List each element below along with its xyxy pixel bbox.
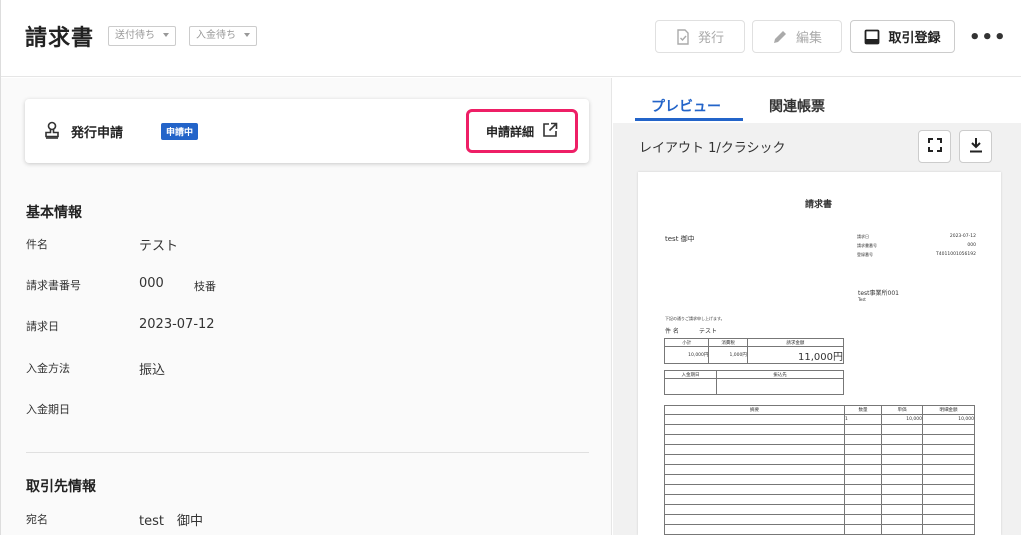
register-button-label: 取引登録 xyxy=(888,31,941,46)
invoice-date-label: 請求日 xyxy=(26,320,59,333)
invoice-date-value: 2023-07-12 xyxy=(139,317,215,332)
doc-meta-value: T4011001056192 xyxy=(936,252,976,257)
doc-sum-value: 10,000円 xyxy=(663,346,710,364)
payment-due-label: 入金期日 xyxy=(26,403,70,416)
approval-label: 発行申請 xyxy=(71,126,124,141)
partner-info-heading: 取引先情報 xyxy=(26,479,96,495)
payment-status-dropdown[interactable]: 入金待ち xyxy=(189,26,257,46)
more-options-icon[interactable]: ••• xyxy=(969,27,1007,48)
doc-items-table: 摘要 数量 単価 明細金額 1 10,000 10,000 xyxy=(664,405,975,535)
edit-button[interactable]: 編集 xyxy=(752,20,842,53)
doc-title: 請求書 xyxy=(805,200,833,210)
doc-note: 下記の通りご請求申し上げます。 xyxy=(665,316,725,321)
payment-method-label: 入金方法 xyxy=(26,362,70,375)
doc-sum-header: 消費税 xyxy=(708,338,748,347)
doc-company-sub: Test xyxy=(858,297,866,302)
subject-label: 件名 xyxy=(26,238,48,251)
page-title: 請求書 xyxy=(25,26,95,51)
preview-panel: プレビュー 関連帳票 レイアウト 1/クラシック 請求書 test 御中 請求日… xyxy=(613,78,1021,535)
download-button[interactable] xyxy=(959,130,992,163)
document-check-icon xyxy=(676,28,690,45)
doc-sum-value: 1,000円 xyxy=(708,346,748,364)
invoice-screen: 請求書 送付待ち 入金待ち 発行 編集 取引登録 ••• 発行申請 申請中 申請… xyxy=(0,0,1021,535)
header-bar: 請求書 送付待ち 入金待ち 発行 編集 取引登録 ••• xyxy=(1,0,1021,77)
doc-recipient: test 御中 xyxy=(665,235,695,243)
doc-item-header: 数量 xyxy=(844,405,882,415)
tab-related-forms[interactable]: 関連帳票 xyxy=(769,96,825,116)
doc-item-header: 摘要 xyxy=(664,405,845,415)
doc-meta-values: 2023-07-12 000 T4011001056192 xyxy=(928,232,976,259)
approval-status-badge: 申請中 xyxy=(161,123,199,140)
issue-button[interactable]: 発行 xyxy=(655,20,745,53)
tab-preview[interactable]: プレビュー xyxy=(651,96,721,116)
active-tab-indicator xyxy=(635,118,743,121)
doc-item-cell: 10,000 xyxy=(881,414,923,425)
section-divider xyxy=(26,452,589,453)
subject-value: テスト xyxy=(139,239,179,254)
basic-info-heading: 基本情報 xyxy=(26,205,82,221)
send-status-label: 送付待ち xyxy=(115,30,155,41)
doc-pay-header: 振込先 xyxy=(716,370,844,379)
pencil-icon xyxy=(772,29,788,45)
invoice-number-label: 請求書番号 xyxy=(26,279,81,292)
send-status-dropdown[interactable]: 送付待ち xyxy=(108,26,176,46)
detail-panel: 発行申請 申請中 申請詳細 基本情報 件名 テスト 請求書番号 000 枝番 請… xyxy=(1,78,612,535)
doc-meta-value: 2023-07-12 xyxy=(949,234,976,239)
doc-meta-labels: 請求日 請求書番号 登録番号 xyxy=(857,232,877,259)
doc-subject-value: テスト xyxy=(699,328,718,335)
payment-method-value: 振込 xyxy=(139,363,166,378)
fullscreen-button[interactable] xyxy=(918,130,951,163)
invoice-number-value: 000 xyxy=(139,276,164,291)
approval-card: 発行申請 申請中 申請詳細 xyxy=(25,99,589,163)
payment-status-label: 入金待ち xyxy=(196,30,236,41)
chevron-down-icon xyxy=(163,33,169,37)
invoice-preview-document: 請求書 test 御中 請求日 請求書番号 登録番号 2023-07-12 00… xyxy=(638,172,1001,535)
doc-sum-header: 小計 xyxy=(663,338,710,347)
doc-item-header: 単価 xyxy=(881,405,923,415)
doc-item-cell: 1 xyxy=(844,414,882,425)
tray-icon xyxy=(864,29,880,45)
approval-detail-label: 申請詳細 xyxy=(485,124,534,139)
doc-item-row: 1 10,000 10,000 xyxy=(664,414,975,425)
layout-label: レイアウト 1/クラシック xyxy=(639,141,786,156)
doc-meta-label: 請求書番号 xyxy=(857,243,877,248)
doc-pay-header: 入金期日 xyxy=(664,370,717,379)
doc-meta-value: 000 xyxy=(967,243,976,248)
external-link-icon xyxy=(542,122,558,141)
register-transaction-button[interactable]: 取引登録 xyxy=(850,20,955,53)
preview-tabs: プレビュー 関連帳票 xyxy=(613,78,1021,123)
download-icon xyxy=(969,137,983,157)
recipient-value: test 御中 xyxy=(139,514,203,529)
stamp-icon xyxy=(44,121,60,143)
doc-subject-label: 件 名 xyxy=(665,328,679,335)
recipient-label: 宛名 xyxy=(26,513,48,526)
doc-summary-table: 小計 消費税 請求金額 10,000円 1,000円 11,000円 xyxy=(663,338,845,364)
doc-sum-header: 請求金額 xyxy=(746,338,845,347)
branch-label: 枝番 xyxy=(194,280,216,293)
doc-item-header: 明細金額 xyxy=(922,405,975,415)
doc-meta-label: 登録番号 xyxy=(857,252,873,257)
doc-sum-total: 11,000円 xyxy=(746,346,845,364)
edit-button-label: 編集 xyxy=(795,31,822,46)
doc-payment-table: 入金期日 振込先 xyxy=(664,370,844,395)
doc-company: test事業所001 xyxy=(858,290,899,297)
issue-button-label: 発行 xyxy=(697,31,724,46)
doc-meta-label: 請求日 xyxy=(857,234,869,239)
doc-item-cell: 10,000 xyxy=(922,414,975,425)
fullscreen-icon xyxy=(927,137,942,156)
doc-item-cell xyxy=(664,414,845,425)
chevron-down-icon xyxy=(244,33,250,37)
approval-detail-button[interactable]: 申請詳細 xyxy=(466,109,578,153)
